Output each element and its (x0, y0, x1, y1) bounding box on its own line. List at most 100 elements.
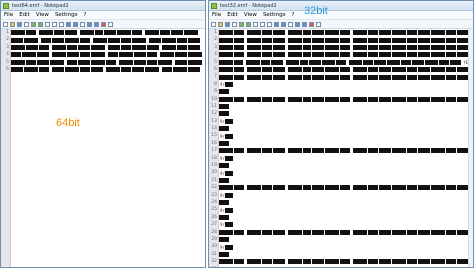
control-char-block (262, 74, 272, 80)
control-char-block (340, 74, 350, 80)
menu-settings[interactable]: Settings (263, 12, 286, 18)
control-char-block (288, 185, 302, 191)
control-char-block (119, 52, 133, 58)
control-char-block (446, 74, 456, 80)
word-wrap-icon[interactable] (288, 21, 293, 27)
redo-icon[interactable] (246, 21, 251, 27)
print-icon[interactable] (24, 21, 29, 27)
control-char-block (273, 52, 285, 58)
control-char-block (288, 259, 302, 265)
line-number: 6 (6, 66, 9, 72)
line-number: 5 (214, 59, 217, 65)
copy-icon[interactable] (260, 21, 265, 27)
menu-file[interactable]: File (212, 12, 221, 18)
editor-area[interactable]: 1 2 3 4 5 6 7 8 9 10 11 12 13 14 15 16 17 18 19 20 21 22 23 24 2… (209, 29, 473, 267)
save-icon[interactable] (225, 21, 230, 27)
control-char-block (247, 96, 261, 102)
code-line (219, 236, 473, 243)
control-char-block (219, 251, 229, 257)
scheme-icon[interactable] (309, 21, 314, 27)
code-line (219, 147, 473, 154)
cut-icon[interactable] (45, 21, 50, 27)
code-line: 9r (219, 192, 473, 199)
settings-icon[interactable] (316, 21, 321, 27)
save-icon[interactable] (17, 21, 22, 27)
print-icon[interactable] (232, 21, 237, 27)
cut-icon[interactable] (253, 21, 258, 27)
control-char-block (39, 67, 49, 73)
vertical-scrollbar[interactable] (468, 29, 473, 267)
code-line (219, 36, 473, 43)
open-folder-icon[interactable] (10, 21, 15, 27)
redo-icon[interactable] (38, 21, 43, 27)
menu-edit[interactable]: Edit (19, 12, 30, 18)
control-char-block (273, 37, 285, 43)
control-char-block (219, 52, 233, 58)
control-char-block (446, 259, 456, 265)
toolbar (209, 20, 473, 29)
code-line (219, 29, 473, 36)
new-file-icon[interactable] (211, 21, 216, 27)
control-char-block (312, 37, 324, 43)
code-content[interactable]: †EVL 9r 9r 9r 9r 9r 9r 9r 9r 9r 9r (219, 29, 473, 267)
editor-area[interactable]: 1 23 456 (1, 29, 205, 267)
menu-edit[interactable]: Edit (227, 12, 238, 18)
menu-help[interactable]: ? (292, 12, 295, 18)
control-char-block (219, 74, 233, 80)
new-file-icon[interactable] (3, 21, 8, 27)
zoom-in-icon[interactable] (87, 21, 92, 27)
word-wrap-icon[interactable] (80, 21, 85, 27)
control-char-block (108, 52, 118, 58)
zoom-out-icon[interactable] (302, 21, 307, 27)
control-char-block (134, 59, 146, 65)
control-char-block (262, 185, 272, 191)
title-bar: test64.emf - Notepad2 (1, 1, 205, 11)
zoom-in-icon[interactable] (295, 21, 300, 27)
control-char-block (247, 74, 261, 80)
replace-icon[interactable] (281, 21, 286, 27)
find-icon[interactable] (274, 21, 279, 27)
control-char-block (106, 67, 120, 73)
undo-icon[interactable] (31, 21, 36, 27)
control-char-block (26, 59, 36, 65)
paste-icon[interactable] (59, 21, 64, 27)
menu-settings[interactable]: Settings (55, 12, 78, 18)
code-line (219, 88, 473, 95)
control-char-block (219, 229, 233, 235)
open-folder-icon[interactable] (218, 21, 223, 27)
undo-icon[interactable] (239, 21, 244, 27)
find-icon[interactable] (66, 21, 71, 27)
control-char-block (271, 59, 283, 65)
control-char-block (273, 259, 285, 265)
control-char-block (219, 104, 229, 110)
code-content[interactable] (11, 29, 205, 267)
control-char-block (219, 89, 229, 95)
zoom-out-icon[interactable] (94, 21, 99, 27)
scheme-icon[interactable] (101, 21, 106, 27)
paste-icon[interactable] (267, 21, 272, 27)
control-char-block (121, 37, 131, 43)
control-char-block (379, 67, 391, 73)
menu-file[interactable]: File (4, 12, 13, 18)
menu-help[interactable]: ? (84, 12, 87, 18)
control-char-block (353, 67, 367, 73)
control-char-block (134, 52, 146, 58)
control-char-block (288, 67, 302, 73)
replace-icon[interactable] (73, 21, 78, 27)
control-char-block (104, 30, 116, 36)
menu-view[interactable]: View (244, 12, 257, 18)
control-char-block (446, 67, 456, 73)
control-char-block (312, 44, 324, 50)
control-char-block (91, 67, 103, 73)
control-char-block (392, 30, 406, 36)
settings-icon[interactable] (108, 21, 113, 27)
control-char-block (418, 229, 430, 235)
control-char-block (247, 229, 261, 235)
line-number: 27 (211, 222, 217, 228)
control-char-block (312, 185, 324, 191)
code-line (219, 214, 473, 221)
menu-view[interactable]: View (36, 12, 49, 18)
code-line (219, 184, 473, 191)
control-char-block (446, 44, 456, 50)
copy-icon[interactable] (52, 21, 57, 27)
